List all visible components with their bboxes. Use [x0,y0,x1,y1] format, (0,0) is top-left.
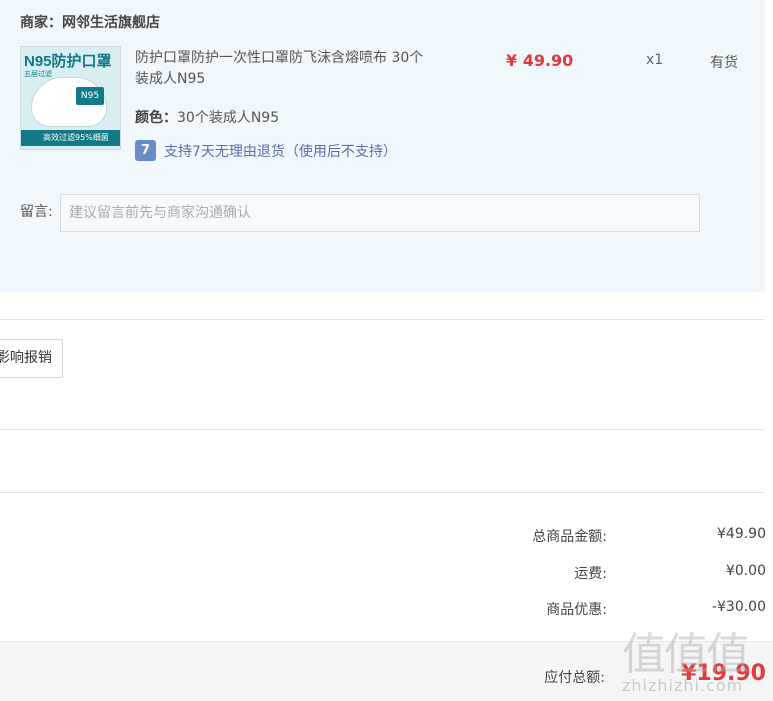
product-title[interactable]: 防护口罩防护一次性口罩防飞沫含熔喷布 30个装成人N95 [135,48,435,90]
product-color: 颜色：30个装成人N95 [135,107,279,127]
product-price: ¥ 49.90 [506,51,574,70]
product-thumbnail[interactable]: N95防护口罩 五层过滤 N95 高效过滤95%细菌 [20,46,121,150]
shipping-value: ¥0.00 [725,563,766,579]
seven-day-return-icon: 7 [135,140,156,161]
total-value: ¥49.90 [717,526,766,542]
return-policy-text: 支持7天无理由退货（使用后不支持） [164,143,397,160]
mask-tag: N95 [76,87,104,105]
message-input[interactable] [60,194,700,232]
site-watermark: 值值值 zhizhizhi.com [622,618,770,698]
color-label: 颜色： [135,110,177,126]
total-label: 总商品金额: [532,529,607,545]
thumb-subtitle: 五层过滤 [24,70,52,78]
divider [0,429,765,430]
color-value: 30个装成人N95 [177,110,280,126]
watermark-logo: 值值值 [622,629,750,680]
thumb-title: N95防护口罩 [24,53,112,70]
return-policy[interactable]: 7 支持7天无理由退货（使用后不支持） [135,140,397,161]
stock-status: 有货 [710,55,738,71]
shop-order-panel: 商家：网邻生活旗舰店 N95防护口罩 五层过滤 N95 高效过滤95%细菌 防护… [0,0,765,292]
discount-value: -¥30.00 [711,599,766,615]
invoice-report-button[interactable]: 影响报销 [0,339,63,378]
divider [0,492,765,493]
payable-label: 应付总额: [544,670,605,686]
discount-label: 商品优惠: [546,602,607,618]
shipping-label: 运费: [574,566,607,582]
thumb-banner: 高效过滤95%细菌 [21,130,120,146]
merchant-name[interactable]: 商家：网邻生活旗舰店 [20,12,160,32]
message-label: 留言: [20,204,53,220]
divider [0,319,765,320]
watermark-text: zhizhizhi.com [622,676,744,695]
product-quantity: x1 [646,52,664,68]
